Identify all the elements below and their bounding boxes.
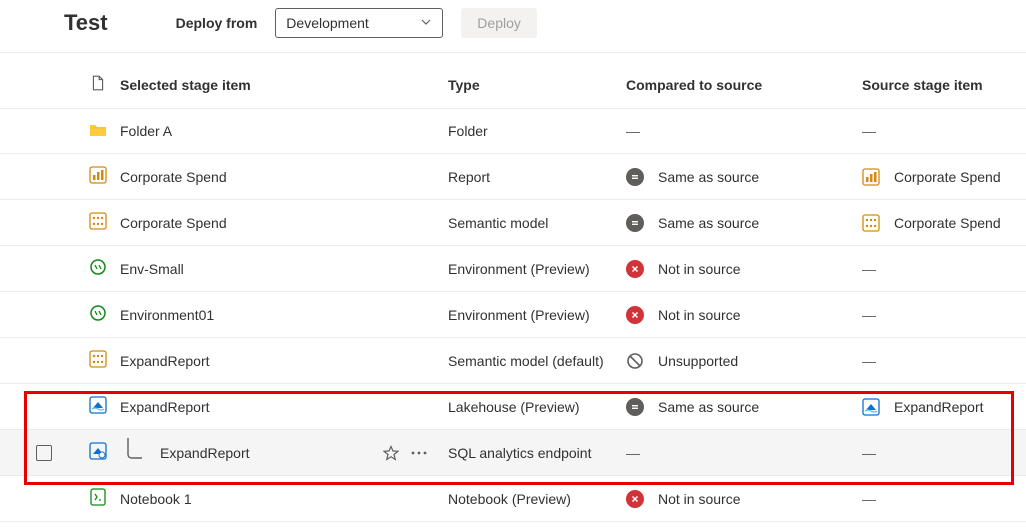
more-options-icon[interactable] bbox=[410, 444, 428, 462]
status-text: Not in source bbox=[658, 307, 740, 323]
chevron-down-icon bbox=[420, 15, 432, 31]
status-text: Unsupported bbox=[658, 353, 738, 369]
item-name: ExpandReport bbox=[160, 445, 250, 461]
semantic-icon bbox=[862, 214, 880, 232]
tree-indent-icon bbox=[124, 438, 144, 467]
stage-title: Test bbox=[64, 10, 108, 36]
table-row[interactable]: Env-Small Environment (Preview) Not in sou… bbox=[0, 246, 1026, 292]
lakehouse-icon bbox=[862, 398, 880, 416]
table-row[interactable]: Environment01 Environment (Preview) Not in… bbox=[0, 292, 1026, 338]
item-type: Folder bbox=[448, 123, 626, 139]
item-name: ExpandReport bbox=[120, 353, 210, 369]
dropdown-value: Development bbox=[286, 15, 369, 31]
dash-icon: — bbox=[626, 445, 640, 461]
dash-icon: — bbox=[862, 491, 876, 507]
sqlendpoint-icon bbox=[89, 442, 107, 460]
same-as-source-icon bbox=[626, 398, 644, 416]
unsupported-icon bbox=[626, 352, 644, 370]
dash-icon: — bbox=[626, 123, 640, 139]
status-text: Same as source bbox=[658, 169, 759, 185]
table-row[interactable]: Corporate Spend Semantic model Same as sou… bbox=[0, 200, 1026, 246]
items-table: Selected stage item Type Compared to sou… bbox=[0, 53, 1026, 522]
report-icon bbox=[89, 166, 107, 184]
item-type: Semantic model (default) bbox=[448, 353, 626, 369]
item-type: Report bbox=[448, 169, 626, 185]
dash-icon: — bbox=[862, 123, 876, 139]
item-name: Notebook 1 bbox=[120, 491, 192, 507]
table-row[interactable]: ExpandReportSQL analytics endpoint—— bbox=[0, 430, 1026, 476]
status-text: Not in source bbox=[658, 261, 740, 277]
dash-icon: — bbox=[862, 445, 876, 461]
item-name: Environment01 bbox=[120, 307, 214, 323]
favorite-star-icon[interactable] bbox=[382, 444, 400, 462]
dash-icon: — bbox=[862, 261, 876, 277]
status-text: Not in source bbox=[658, 491, 740, 507]
table-header: Selected stage item Type Compared to sou… bbox=[0, 53, 1026, 109]
dash-icon: — bbox=[862, 307, 876, 323]
folder-icon bbox=[89, 121, 107, 139]
report-icon bbox=[862, 168, 880, 186]
item-name: ExpandReport bbox=[120, 399, 210, 415]
not-in-source-icon bbox=[626, 260, 644, 278]
status-text: Same as source bbox=[658, 215, 759, 231]
item-type: SQL analytics endpoint bbox=[448, 445, 626, 461]
deploy-from-dropdown[interactable]: Development bbox=[275, 8, 443, 38]
same-as-source-icon bbox=[626, 168, 644, 186]
item-type: Environment (Preview) bbox=[448, 307, 626, 323]
not-in-source-icon bbox=[626, 490, 644, 508]
dash-icon: — bbox=[862, 353, 876, 369]
table-row[interactable]: Folder AFolder—— bbox=[0, 109, 1026, 154]
semantic-icon bbox=[89, 212, 107, 230]
header-compared[interactable]: Compared to source bbox=[626, 77, 862, 93]
deploy-button[interactable]: Deploy bbox=[461, 8, 537, 38]
item-type: Environment (Preview) bbox=[448, 261, 626, 277]
not-in-source-icon bbox=[626, 306, 644, 324]
item-type: Semantic model bbox=[448, 215, 626, 231]
header-icon-col bbox=[38, 75, 120, 94]
source-item-name: Corporate Spend bbox=[894, 169, 1001, 185]
item-name: Corporate Spend bbox=[120, 169, 227, 185]
item-type: Notebook (Preview) bbox=[448, 491, 626, 507]
same-as-source-icon bbox=[626, 214, 644, 232]
environment-icon bbox=[89, 304, 107, 322]
table-row[interactable]: Notebook 1 Notebook (Preview) Not in sourc… bbox=[0, 476, 1026, 522]
table-row[interactable]: ExpandReport Lakehouse (Preview) Same as s… bbox=[0, 384, 1026, 430]
header-name[interactable]: Selected stage item bbox=[120, 77, 448, 93]
table-row[interactable]: ExpandReport Semantic model (default) Unsu… bbox=[0, 338, 1026, 384]
header-source[interactable]: Source stage item bbox=[862, 77, 1026, 93]
source-item-name: ExpandReport bbox=[894, 399, 984, 415]
item-name: Env-Small bbox=[120, 261, 184, 277]
status-text: Same as source bbox=[658, 399, 759, 415]
notebook-icon bbox=[89, 488, 107, 506]
stage-header: Test Deploy from Development Deploy bbox=[0, 0, 1026, 53]
table-row[interactable]: Corporate Spend Report Same as source Corpo… bbox=[0, 154, 1026, 200]
source-item-name: Corporate Spend bbox=[894, 215, 1001, 231]
semantic-icon bbox=[89, 350, 107, 368]
item-name: Corporate Spend bbox=[120, 215, 227, 231]
header-type[interactable]: Type bbox=[448, 77, 626, 93]
item-name: Folder A bbox=[120, 123, 172, 139]
lakehouse-icon bbox=[89, 396, 107, 414]
deploy-from-label: Deploy from bbox=[176, 15, 258, 31]
environment-icon bbox=[89, 258, 107, 276]
item-type: Lakehouse (Preview) bbox=[448, 399, 626, 415]
